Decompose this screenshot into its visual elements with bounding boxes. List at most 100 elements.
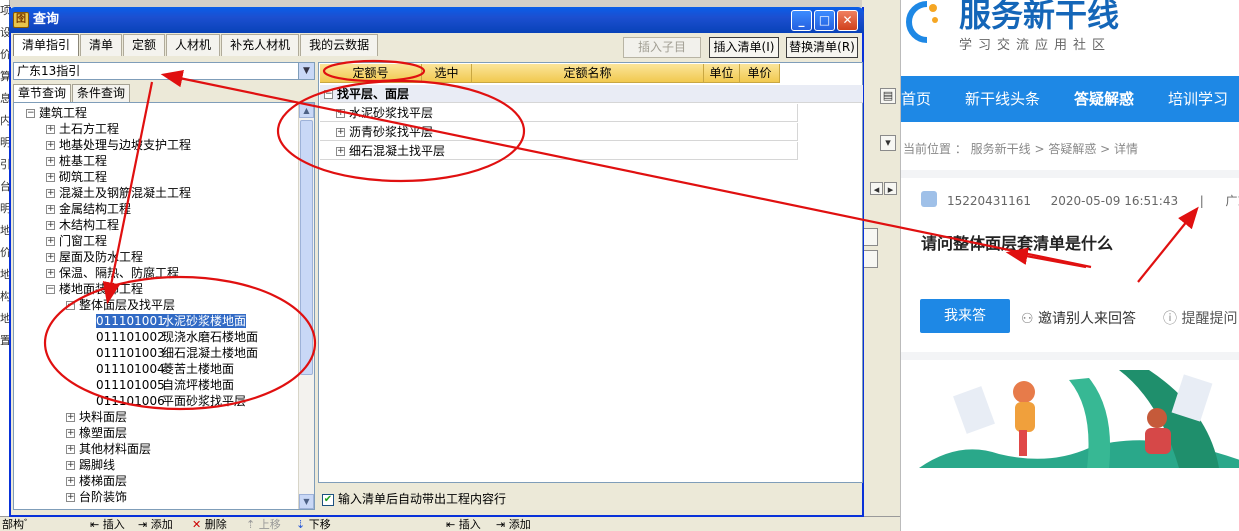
collapse-icon[interactable]: − [46,285,55,294]
maximize-button[interactable]: □ [814,10,835,31]
grid-group-row[interactable]: − 找平层、面层 [320,85,863,103]
auto-bring-content-checkbox[interactable]: ✔ 输入清单后自动带出工程内容行 [322,491,506,507]
tree-leaf-item[interactable]: 011101006平面砂浆找平层 [96,393,246,409]
tree-node[interactable]: + 地基处理与边坡支护工程 [46,137,191,153]
tree-leaf-item[interactable]: 011101001水泥砂浆楼地面 [96,313,247,329]
tree-node[interactable]: − 楼地面装饰工程 [46,281,143,297]
background-delete-button[interactable]: ✕ 删除 [192,518,227,531]
nav-headlines[interactable]: 新干线头条 [965,76,1050,122]
expand-icon[interactable]: + [46,221,55,230]
expand-icon[interactable]: + [46,189,55,198]
checkmark-icon[interactable]: ✔ [322,493,334,506]
grid-item-row[interactable]: + 沥青砂浆找平层 [320,123,798,141]
expand-icon[interactable]: + [46,269,55,278]
insert-sub-item-button[interactable]: 插入子目 [623,37,701,58]
expand-icon[interactable]: + [66,429,75,438]
tree-node[interactable]: + 保温、隔热、防腐工程 [46,265,179,281]
expand-icon[interactable]: + [66,445,75,454]
tree-node[interactable]: + 砌筑工程 [46,169,107,185]
tab-chapter-search[interactable]: 章节查询 [13,84,72,102]
tree-node[interactable]: + 木结构工程 [46,217,119,233]
tree-node[interactable]: + 橡塑面层 [66,425,127,441]
tab-my-cloud-data[interactable]: 我的云数据 [300,34,379,56]
asker-name[interactable]: 15220431161 [947,194,1031,208]
answer-button[interactable]: 我来答 [920,299,1010,333]
background-left-arrow-icon[interactable]: ◂ [870,182,883,196]
tree-node[interactable]: + 土石方工程 [46,121,119,137]
tree-leaf-item[interactable]: 011101003细石混凝土楼地面 [96,345,258,361]
expand-icon[interactable]: + [66,461,75,470]
tree-node[interactable]: + 桩基工程 [46,153,107,169]
tree-node[interactable]: + 楼梯面层 [66,473,127,489]
invite-answer-link[interactable]: ⚇ 邀请别人来回答 [1021,308,1136,328]
background-insert-button[interactable]: ⇤ 插入 [90,518,125,531]
tab-list-guide[interactable]: 清单指引 [13,34,80,56]
expand-icon[interactable]: + [336,147,345,156]
tree-leaf-item[interactable]: 011101005自流坪楼地面 [96,377,234,393]
minimize-button[interactable]: _ [791,10,812,31]
nav-qa[interactable]: 答疑解惑 [1074,76,1144,122]
insert-list-button[interactable]: 插入清单(I) [709,37,779,58]
tree-node[interactable]: + 门窗工程 [46,233,107,249]
user-avatar-icon[interactable] [921,191,937,207]
tree-node[interactable]: + 屋面及防水工程 [46,249,143,265]
tree-node[interactable]: + 金属结构工程 [46,201,131,217]
expand-icon[interactable]: + [66,493,75,502]
expand-icon[interactable]: + [66,413,75,422]
column-unit[interactable]: 单位 [704,64,740,83]
background-scroll-down-icon[interactable]: ▾ [880,135,896,151]
column-quota-code[interactable]: 定额号 [320,64,422,83]
tree-node[interactable]: + 台阶装饰 [66,489,127,505]
tree-node[interactable]: + 其他材料面层 [66,441,151,457]
background-right-arrow-icon[interactable]: ▸ [884,182,897,196]
tab-labor-material-machine[interactable]: 人材机 [166,34,221,56]
tree-node[interactable]: − 建筑工程 [26,105,87,121]
tree-leaf-item[interactable]: 011101002现浇水磨石楼地面 [96,329,258,345]
remind-asker-link[interactable]: ⓘ 提醒提问 [1163,308,1237,328]
scrollbar-thumb[interactable] [300,120,313,375]
expand-icon[interactable]: + [46,157,55,166]
expand-icon[interactable]: + [336,128,345,137]
grid-item-row[interactable]: + 水泥砂浆找平层 [320,104,798,122]
expand-icon[interactable]: + [46,253,55,262]
nav-training[interactable]: 培训学习 [1168,76,1238,122]
dialog-titlebar[interactable]: 囹 查询 _ □ ✕ [9,7,864,33]
column-unit-price[interactable]: 单价 [740,64,780,83]
background-scroll-icon[interactable]: ▤ [880,88,896,104]
tree-node[interactable]: + 块料面层 [66,409,127,425]
tab-quota[interactable]: 定额 [123,34,166,56]
chevron-down-icon[interactable]: ▼ [298,63,314,79]
guide-version-select[interactable]: 广东13指引 ▼ [13,62,315,80]
tree-node[interactable]: + 混凝土及钢筋混凝土工程 [46,185,191,201]
expand-icon[interactable]: + [46,237,55,246]
collapse-icon[interactable]: − [324,90,333,99]
background-move-down-button[interactable]: ⇣ 下移 [296,518,331,531]
collapse-icon[interactable]: − [26,109,35,118]
background-field[interactable] [862,228,878,246]
tree-node[interactable]: + 踢脚线 [66,457,115,473]
collapse-icon[interactable]: − [66,301,75,310]
expand-icon[interactable]: + [66,477,75,486]
tree-leaf-item[interactable]: 011101004菱苦土楼地面 [96,361,234,377]
tab-condition-search[interactable]: 条件查询 [72,84,131,102]
scroll-up-icon[interactable]: ▲ [299,103,314,118]
grid-item-row[interactable]: + 细石混凝土找平层 [320,142,798,160]
background-field[interactable] [862,250,878,268]
scroll-down-icon[interactable]: ▼ [299,494,314,509]
close-button[interactable]: ✕ [837,10,858,31]
background-insert-button-2[interactable]: ⇤ 插入 [446,518,481,531]
background-move-up-button[interactable]: ⇡ 上移 [246,518,281,531]
expand-icon[interactable]: + [336,109,345,118]
background-add-button[interactable]: ⇥ 添加 [138,518,173,531]
tab-list[interactable]: 清单 [80,34,123,56]
expand-icon[interactable]: + [46,205,55,214]
expand-icon[interactable]: + [46,125,55,134]
background-add-button-2[interactable]: ⇥ 添加 [496,518,531,531]
expand-icon[interactable]: + [46,141,55,150]
column-selected[interactable]: 选中 [422,64,472,83]
tab-supplementary-material[interactable]: 补充人材机 [221,34,300,56]
expand-icon[interactable]: + [46,173,55,182]
nav-home[interactable]: 首页 [901,76,941,122]
column-quota-name[interactable]: 定额名称 [472,64,704,83]
replace-list-button[interactable]: 替换清单(R) [786,37,858,58]
